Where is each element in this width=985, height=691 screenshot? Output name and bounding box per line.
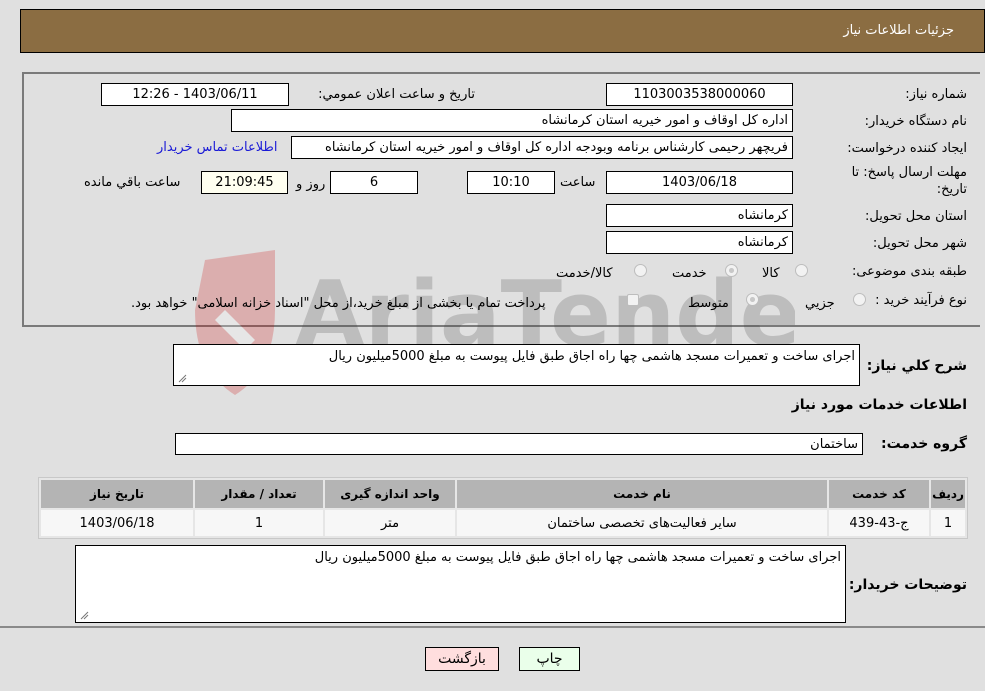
purchase-radio-minor[interactable] — [853, 293, 866, 306]
buyer-notes-textarea[interactable]: اجرای ساخت و تعمیرات مسجد هاشمی چها راه … — [75, 545, 846, 623]
category-label: طبقه بندی موضوعی: — [851, 264, 967, 279]
service-group-label: گروه خدمت: — [881, 436, 967, 452]
announce-datetime-field: 1403/06/11 - 12:26 — [101, 83, 289, 106]
col-header-service-name: نام خدمت — [457, 480, 827, 508]
delivery-city-label: شهر محل تحویل: — [872, 236, 967, 251]
requester-field: فریچهر رحیمی کارشناس برنامه وبودجه اداره… — [291, 136, 793, 159]
divider — [0, 626, 985, 628]
resize-grip-icon[interactable] — [79, 610, 89, 620]
col-header-quantity: تعداد / مقدار — [195, 480, 323, 508]
category-radio-service[interactable] — [725, 264, 738, 277]
delivery-city-field: کرمانشاه — [606, 231, 793, 254]
back-button[interactable]: بازگشت — [425, 647, 499, 671]
print-button[interactable]: چاپ — [519, 647, 580, 671]
delivery-province-label: استان محل تحویل: — [865, 209, 967, 224]
col-header-unit: واحد اندازه گیری — [325, 480, 455, 508]
remaining-time-field: 21:09:45 — [201, 171, 288, 194]
category-radio-goods[interactable] — [795, 264, 808, 277]
category-option-goods: کالا — [762, 266, 780, 281]
category-option-service: خدمت — [672, 266, 707, 281]
col-header-row-number: ردیف — [931, 480, 965, 508]
service-group-field: ساختمان — [175, 433, 863, 455]
col-header-need-date: تاریخ نیاز — [41, 480, 193, 508]
purchase-radio-medium[interactable] — [746, 293, 759, 306]
deadline-time-field: 10:10 — [467, 171, 555, 194]
buyer-org-label: نام دستگاه خریدار: — [864, 114, 967, 129]
buyer-org-field: اداره کل اوقاف و امور خیریه استان کرمانش… — [231, 109, 793, 132]
delivery-province-field: کرمانشاه — [606, 204, 793, 227]
cell-need-date: 1403/06/18 — [41, 510, 193, 536]
cell-row-number: 1 — [931, 510, 965, 536]
summary-label: شرح کلي نیاز: — [866, 358, 967, 374]
resize-grip-icon[interactable] — [177, 373, 187, 383]
deadline-date-field: 1403/06/18 — [606, 171, 793, 194]
days-label: روز و — [296, 177, 326, 192]
treasury-note: پرداخت تمام یا بخشی از مبلغ خرید،از محل … — [131, 296, 546, 311]
remaining-label: ساعت باقي مانده — [84, 175, 181, 190]
summary-textarea[interactable]: اجرای ساخت و تعمیرات مسجد هاشمی چها راه … — [173, 344, 860, 386]
need-number-field: 1103003538000060 — [606, 83, 793, 106]
col-header-service-code: کد خدمت — [829, 480, 929, 508]
purchase-type-label: نوع فرآیند خرید : — [875, 293, 967, 308]
buyer-notes-text: اجرای ساخت و تعمیرات مسجد هاشمی چها راه … — [314, 550, 841, 565]
cell-service-code: ج-43-439 — [829, 510, 929, 536]
category-option-goods-service: کالا/خدمت — [556, 266, 613, 281]
table-row: 1 ج-43-439 سایر فعالیت‌های تخصصی ساختمان… — [41, 510, 965, 536]
table-header-row: ردیف کد خدمت نام خدمت واحد اندازه گیری ت… — [41, 480, 965, 508]
page-header: جزئیات اطلاعات نیاز — [20, 9, 985, 53]
requester-label: ایجاد کننده درخواست: — [847, 141, 967, 156]
category-radio-goods-service[interactable] — [634, 264, 647, 277]
deadline-label-line1: مهلت ارسال پاسخ: تا — [851, 165, 967, 180]
need-number-label: شماره نیاز: — [905, 87, 967, 102]
cell-quantity: 1 — [195, 510, 323, 536]
deadline-label-line2: تاریخ: — [936, 182, 967, 197]
services-section-title: اطلاعات خدمات مورد نیاز — [791, 397, 967, 413]
summary-text: اجرای ساخت و تعمیرات مسجد هاشمی چها راه … — [328, 349, 855, 364]
cell-service-name: سایر فعالیت‌های تخصصی ساختمان — [457, 510, 827, 536]
buyer-contact-link[interactable]: اطلاعات تماس خریدار — [157, 140, 277, 155]
announce-datetime-label: تاریخ و ساعت اعلان عمومي: — [318, 87, 475, 102]
purchase-option-minor: جزيي — [805, 296, 835, 311]
page-title: جزئیات اطلاعات نیاز — [843, 23, 954, 38]
treasury-checkbox[interactable] — [627, 294, 639, 306]
days-remaining-field: 6 — [330, 171, 418, 194]
cell-unit: متر — [325, 510, 455, 536]
deadline-time-label: ساعت — [560, 175, 596, 190]
services-table: ردیف کد خدمت نام خدمت واحد اندازه گیری ت… — [38, 477, 968, 539]
buyer-notes-label: توضیحات خریدار: — [848, 577, 967, 593]
purchase-option-medium: متوسط — [688, 296, 729, 311]
